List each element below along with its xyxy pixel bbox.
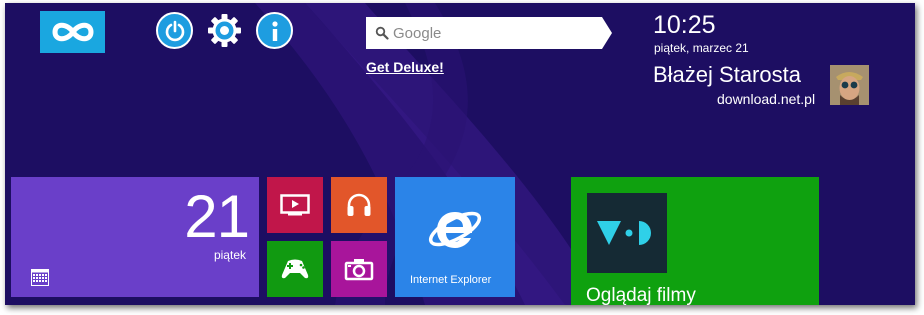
user-site: download.net.pl <box>717 91 816 107</box>
clock-time: 10:25 <box>653 11 716 39</box>
user-photo-icon <box>830 65 869 105</box>
vod-logo-icon <box>597 221 651 245</box>
music-tile[interactable] <box>331 177 387 233</box>
info-icon <box>271 20 278 41</box>
infinity-icon <box>51 22 94 42</box>
info-button[interactable] <box>256 12 293 49</box>
vod-label: Oglądaj filmy <box>586 285 696 305</box>
internet-explorer-icon <box>428 211 482 248</box>
video-play-icon <box>280 194 310 216</box>
video-tile[interactable] <box>267 177 323 233</box>
settings-button[interactable] <box>206 12 243 49</box>
vod-tile[interactable]: Oglądaj filmy <box>571 177 819 305</box>
calendar-tile[interactable]: 21 piątek <box>11 177 259 297</box>
gamepad-icon <box>281 259 309 279</box>
camera-icon <box>344 259 374 281</box>
start-screen: Get Deluxe! 10:25 piątek, marzec 21 Błaż… <box>5 3 915 305</box>
search-box <box>366 17 612 49</box>
vod-logo <box>587 193 667 273</box>
search-input[interactable] <box>366 17 612 49</box>
calendar-icon <box>31 269 49 286</box>
calendar-day-name: piątek <box>213 248 246 262</box>
internet-explorer-tile[interactable]: Internet Explorer <box>395 177 515 297</box>
app-logo-button[interactable] <box>40 11 105 53</box>
power-button[interactable] <box>156 12 193 49</box>
get-deluxe-link[interactable]: Get Deluxe! <box>366 59 444 75</box>
games-tile[interactable] <box>267 241 323 297</box>
power-icon <box>165 20 184 41</box>
internet-explorer-label: Internet Explorer <box>410 274 492 286</box>
settings-gear-icon <box>208 14 241 47</box>
user-name[interactable]: Błażej Starosta <box>653 62 801 88</box>
calendar-day-number: 21 <box>184 183 250 250</box>
search-icon <box>375 26 389 40</box>
camera-tile[interactable] <box>331 241 387 297</box>
avatar[interactable] <box>830 65 869 105</box>
headphones-icon <box>347 193 371 216</box>
clock-date: piątek, marzec 21 <box>654 41 749 55</box>
